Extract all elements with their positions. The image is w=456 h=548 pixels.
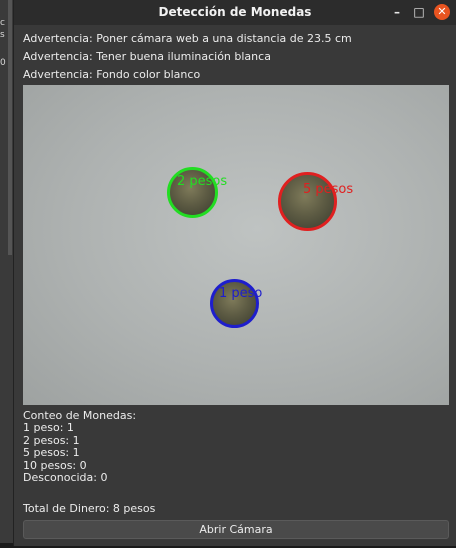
open-camera-button[interactable]: Abrir Cámara xyxy=(23,520,449,539)
close-icon[interactable]: ✕ xyxy=(434,4,450,20)
count-5-pesos: 5 pesos: 1 xyxy=(23,446,80,460)
coin-label-5-pesos: 5 pesos xyxy=(303,182,354,197)
coin-count-summary: Conteo de Monedas: 1 peso: 1 2 pesos: 1 … xyxy=(23,409,136,485)
maximize-icon[interactable]: □ xyxy=(411,4,427,20)
warning-lighting: Advertencia: Tener buena iluminación bla… xyxy=(23,50,271,63)
warning-background: Advertencia: Fondo color blanco xyxy=(23,68,201,81)
camera-feed: 2 pesos 5 pesos 1 peso xyxy=(23,85,449,405)
coin-5-pesos xyxy=(278,172,337,231)
count-1-peso: 1 peso: 1 xyxy=(23,421,74,435)
background-text-fragment: 0 xyxy=(0,58,6,68)
warning-distance: Advertencia: Poner cámara web a una dist… xyxy=(23,32,352,45)
coin-label-2-pesos: 2 pesos xyxy=(177,174,228,189)
app-window: Detección de Monedas – □ ✕ Advertencia: … xyxy=(13,0,456,546)
coin-label-1-peso: 1 peso xyxy=(219,286,263,301)
background-scrollbar xyxy=(8,0,12,255)
background-text-fragment: c xyxy=(0,18,5,28)
title-bar[interactable]: Detección de Monedas – □ ✕ xyxy=(14,0,456,25)
minimize-icon[interactable]: – xyxy=(389,4,405,20)
total-money: Total de Dinero: 8 pesos xyxy=(23,502,156,515)
count-unknown: Desconocida: 0 xyxy=(23,471,108,485)
background-text-fragment: s xyxy=(0,30,5,40)
